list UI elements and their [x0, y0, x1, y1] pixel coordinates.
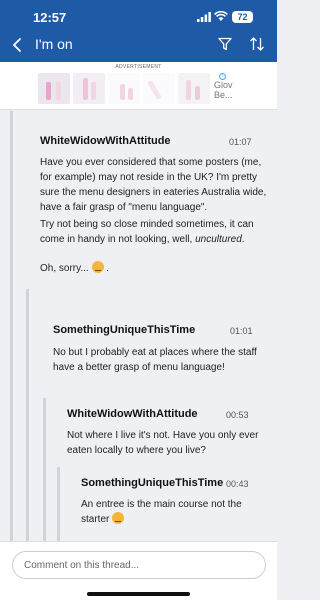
comment-text: Try not being so close minded sometimes,… [40, 217, 268, 247]
comment-time: 00:53 [226, 410, 249, 420]
smirk-emoji-icon [91, 261, 104, 273]
comment-text-italic: uncultured [195, 234, 242, 245]
ad-label: ADVERTISEMENT [115, 64, 162, 70]
comment-text: An entree is the main course not the sta… [81, 497, 267, 527]
thread-depth-line [26, 289, 29, 541]
comment-author[interactable]: SomethingUniqueThisTime [53, 324, 195, 336]
ad-brand-line-1: Glov [214, 80, 233, 90]
advertisement-banner[interactable]: ADVERTISEMENT i Glov Be... [0, 62, 277, 110]
home-indicator [87, 592, 190, 596]
thread-depth-line [57, 467, 60, 541]
cellular-signal-icon [197, 12, 211, 22]
ad-product-image [143, 73, 175, 104]
navigation-bar: I'm on [0, 28, 277, 62]
comment[interactable]: WhiteWidowWithAttitude 00:53 Not where I… [55, 398, 277, 468]
ad-product-image [178, 73, 210, 104]
ad-info-icon[interactable]: i [219, 73, 226, 80]
comment[interactable]: WhiteWidowWithAttitude 01:07 Have you ev… [26, 111, 277, 286]
ad-product-image [38, 73, 70, 104]
comment-time: 01:07 [229, 137, 252, 147]
comment-time: 01:01 [230, 326, 253, 336]
battery-indicator: 72 [232, 11, 253, 23]
ad-brand-line-2: Be... [214, 90, 233, 100]
comment-text: No but I probably eat at places where th… [53, 347, 257, 373]
sort-icon[interactable] [249, 36, 265, 52]
comment[interactable]: SomethingUniqueThisTime 00:43 An entree … [69, 467, 277, 541]
comment-text: Not where I live it's not. Have you only… [67, 430, 259, 456]
comment-author[interactable]: WhiteWidowWithAttitude [67, 408, 198, 420]
comment-text-part: An entree is the main course not the sta… [81, 499, 242, 525]
app-header: 12:57 72 I'm on [0, 0, 277, 62]
thread-depth-line [10, 111, 13, 541]
filter-icon[interactable] [218, 37, 232, 51]
chevron-left-icon[interactable] [10, 36, 26, 54]
comment-input[interactable]: Comment on this thread... [12, 551, 266, 579]
comment-text-part: Oh, sorry... [40, 263, 89, 274]
comment[interactable]: SomethingUniqueThisTime 01:01 No but I p… [39, 289, 277, 397]
comment-time: 00:43 [226, 479, 249, 489]
comment-text: Have you ever considered that some poste… [40, 157, 267, 213]
status-bar: 12:57 72 [0, 0, 277, 28]
comment-composer: Comment on this thread... [0, 541, 277, 600]
ad-product-image [108, 73, 140, 104]
status-time: 12:57 [33, 10, 67, 25]
comment-text: Oh, sorry... . [40, 261, 110, 274]
comment-text-part: . [241, 234, 245, 245]
comment-thread[interactable]: WhiteWidowWithAttitude 01:07 Have you ev… [0, 111, 277, 541]
smirk-emoji-icon [112, 512, 125, 524]
thread-depth-line [43, 398, 46, 541]
ad-brand-text: Glov Be... [214, 80, 233, 100]
page-title: I'm on [35, 36, 73, 52]
comment-author[interactable]: WhiteWidowWithAttitude [40, 135, 171, 147]
ad-product-image [73, 73, 105, 104]
wifi-icon [214, 11, 228, 21]
comment-author[interactable]: SomethingUniqueThisTime [81, 477, 223, 489]
